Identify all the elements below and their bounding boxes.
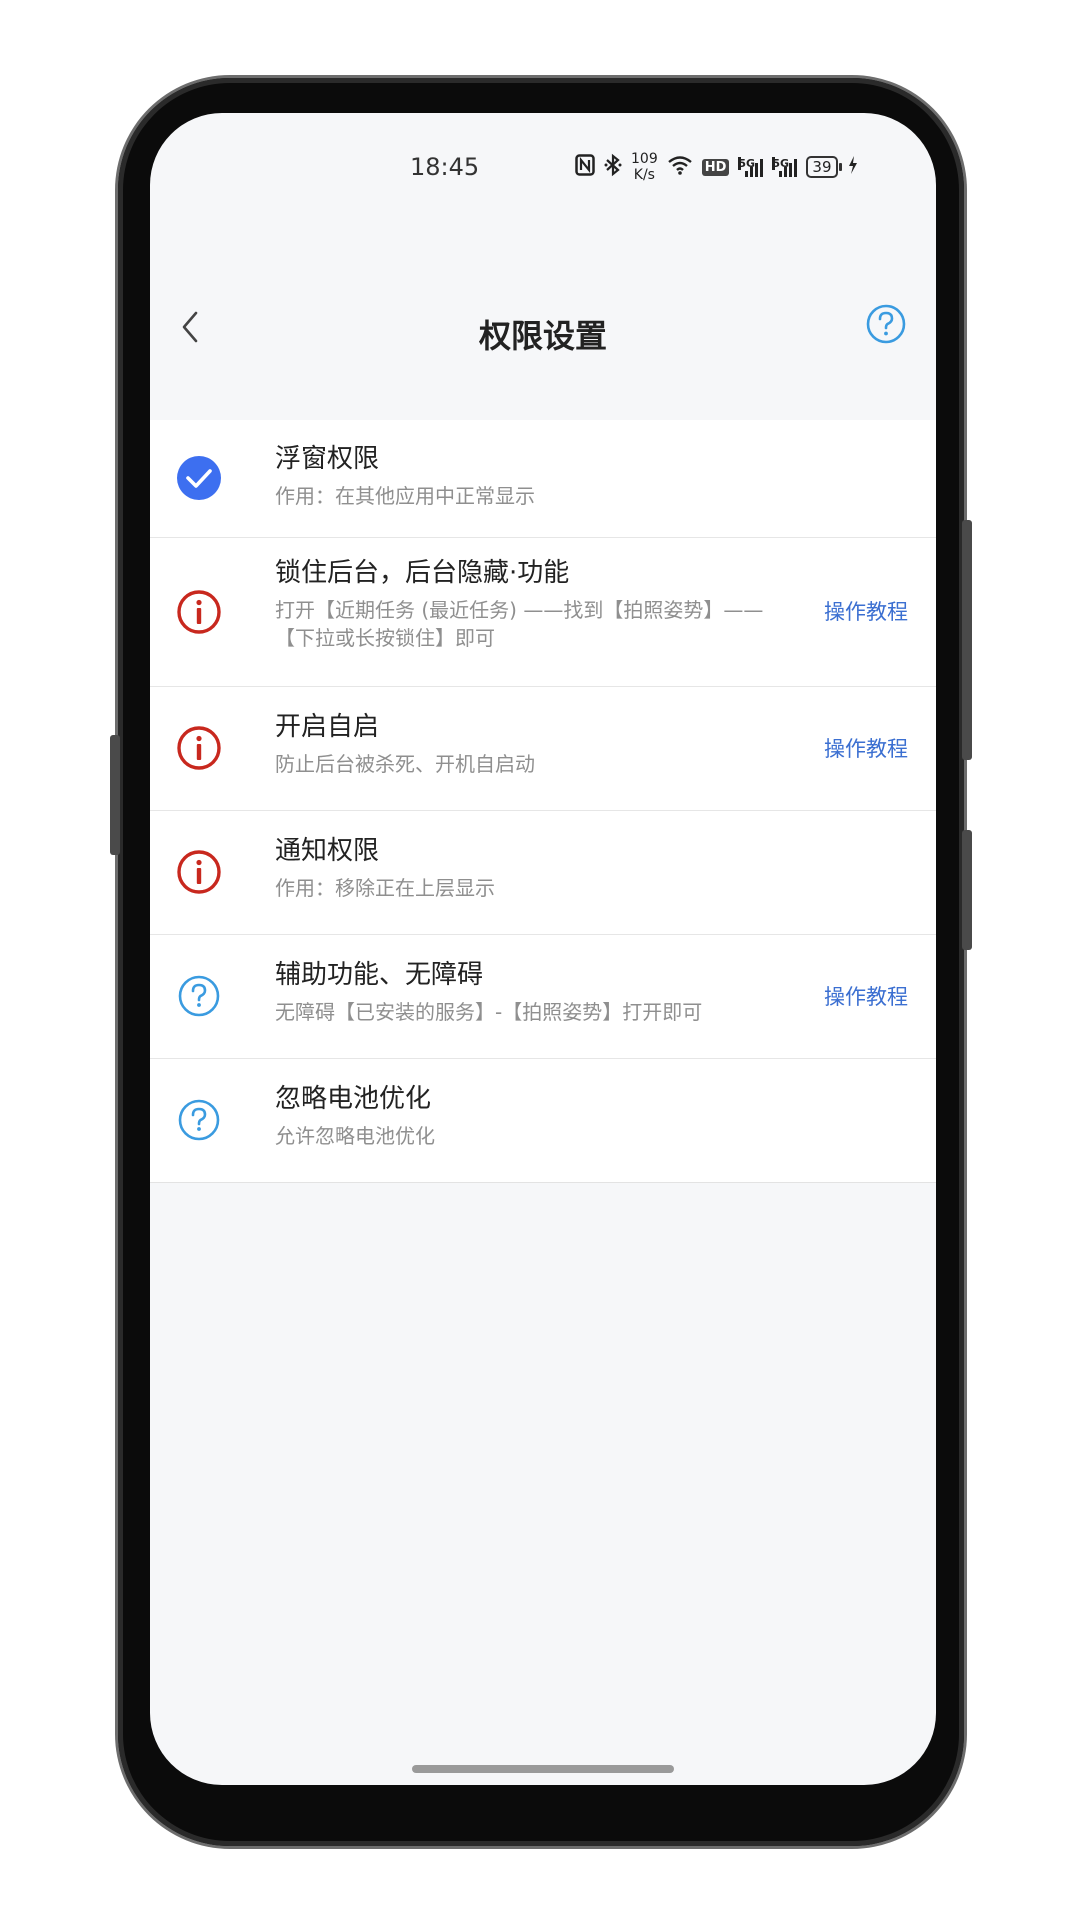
permission-title: 开启自启	[275, 712, 380, 742]
permission-desc: 作用：在其他应用中正常显示	[275, 484, 535, 508]
phone-volume-button	[962, 520, 972, 760]
signal-label: 5G	[738, 157, 756, 170]
tutorial-link[interactable]: 操作教程	[824, 981, 908, 1011]
wifi-icon	[667, 155, 693, 180]
permission-item-lock-background[interactable]: 锁住后台，后台隐藏·功能 打开【近期任务 (最近任务) ——找到【拍照姿势】——…	[150, 538, 936, 687]
permission-desc: 打开【近期任务 (最近任务) ——找到【拍照姿势】——【下拉或长按锁住】即可	[275, 598, 764, 650]
screen: 18:45 109 K/s HD 5G 5G 39 权限设置 浮窗权限 作用：在…	[150, 113, 936, 1785]
status-icons: 109 K/s HD 5G 5G 39	[575, 147, 859, 187]
network-speed-unit: K/s	[633, 167, 655, 183]
phone-power-button	[962, 830, 972, 950]
tutorial-link[interactable]: 操作教程	[824, 733, 908, 763]
permission-item-battery-optimization[interactable]: 忽略电池优化 允许忽略电池优化	[150, 1059, 936, 1183]
question-circle-icon	[178, 975, 220, 1017]
signal-strength-2-icon: 5G	[772, 157, 798, 177]
battery-indicator: 39	[806, 156, 842, 178]
check-circle-icon	[177, 456, 221, 500]
permission-desc: 防止后台被杀死、开机自启动	[275, 752, 535, 776]
permission-item-notification[interactable]: 通知权限 作用：移除正在上层显示	[150, 811, 936, 935]
page-title: 权限设置	[478, 317, 607, 355]
status-bar: 18:45 109 K/s HD 5G 5G 39	[150, 113, 936, 213]
permission-text: 开启自启 防止后台被杀死、开机自启动	[275, 710, 796, 778]
permission-title: 浮窗权限	[275, 444, 380, 474]
permission-text: 浮窗权限 作用：在其他应用中正常显示	[275, 442, 796, 510]
permission-text: 通知权限 作用：移除正在上层显示	[275, 834, 796, 902]
permission-text: 辅助功能、无障碍 无障碍【已安装的服务】-【拍照姿势】打开即可	[275, 958, 796, 1026]
permission-text: 锁住后台，后台隐藏·功能 打开【近期任务 (最近任务) ——找到【拍照姿势】——…	[275, 556, 796, 652]
warning-info-icon	[177, 726, 221, 770]
bluetooth-icon	[604, 153, 622, 182]
permission-item-auto-start[interactable]: 开启自启 防止后台被杀死、开机自启动 操作教程	[150, 687, 936, 811]
permission-desc: 作用：移除正在上层显示	[275, 876, 495, 900]
hd-badge: HD	[701, 158, 730, 176]
help-button[interactable]	[865, 303, 907, 345]
phone-side-button	[110, 735, 120, 855]
signal-strength-1-icon: 5G	[738, 157, 764, 177]
permission-item-accessibility[interactable]: 辅助功能、无障碍 无障碍【已安装的服务】-【拍照姿势】打开即可 操作教程	[150, 935, 936, 1059]
signal-label-2: 5G	[772, 157, 790, 170]
network-speed-value: 109	[631, 151, 658, 167]
permission-desc: 允许忽略电池优化	[275, 1124, 435, 1148]
permission-title: 忽略电池优化	[275, 1084, 432, 1114]
charging-icon	[847, 155, 859, 180]
permission-desc: 无障碍【已安装的服务】-【拍照姿势】打开即可	[275, 1000, 703, 1024]
help-icon	[866, 304, 906, 344]
permission-title: 锁住后台，后台隐藏·功能	[275, 558, 570, 588]
app-header: 权限设置	[150, 293, 936, 363]
permission-item-floating-window[interactable]: 浮窗权限 作用：在其他应用中正常显示	[150, 420, 936, 538]
warning-info-icon	[177, 850, 221, 894]
permission-title: 通知权限	[275, 836, 380, 866]
home-indicator[interactable]	[412, 1765, 674, 1773]
network-speed: 109 K/s	[631, 151, 658, 183]
nfc-icon	[575, 153, 595, 181]
permission-list: 浮窗权限 作用：在其他应用中正常显示 锁住后台，后台隐藏·功能 打开【近期任务 …	[150, 420, 936, 1183]
permission-title: 辅助功能、无障碍	[275, 960, 484, 990]
question-circle-icon	[178, 1099, 220, 1141]
status-time: 18:45	[410, 153, 480, 181]
tutorial-link[interactable]: 操作教程	[824, 596, 908, 626]
permission-text: 忽略电池优化 允许忽略电池优化	[275, 1082, 796, 1150]
warning-info-icon	[177, 590, 221, 634]
